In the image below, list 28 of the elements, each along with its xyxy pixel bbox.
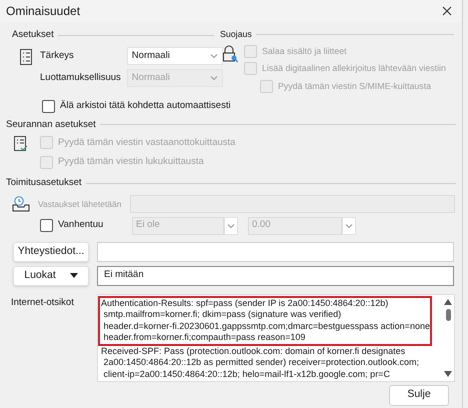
header-line: 2a00:1450:4864:20::12b as permitted sender) receiver=protection.outlook.com; xyxy=(102,357,420,370)
categories-button[interactable]: Luokat xyxy=(13,266,89,286)
header-line: Authentication-Results: spf=pass (sender IP is 2a00:1450:4864:20::12b) xyxy=(101,298,390,310)
checkbox-label: Vanhentuu xyxy=(58,218,104,232)
checkbox-label: Pyydä tämän viestin vastaanottokuittausta xyxy=(58,136,236,150)
section-heading: Seurannan asetukset xyxy=(6,118,96,132)
section-heading: Toimitusasetukset xyxy=(6,176,82,190)
close-button[interactable]: Sulje xyxy=(389,384,449,406)
field-label: Vastaukset lähetetään xyxy=(38,198,122,210)
window-title: Ominaisuudet xyxy=(6,3,80,20)
field-label: Internet-otsikot xyxy=(11,296,75,310)
contacts-button[interactable]: Yhteystiedot... xyxy=(13,242,89,262)
section-heading: Suojaus xyxy=(220,28,252,41)
section-heading: Asetukset xyxy=(12,28,54,42)
header-line: header.from=korner.fi;compauth=pass reason=109 xyxy=(102,332,306,344)
header-line: Received-SPF: Pass (protection.outlook.com: domain of korner.fi designates xyxy=(101,346,406,358)
field-label: Tärkeys xyxy=(40,49,75,64)
checkbox-label: Salaa sisältö ja liitteet xyxy=(262,45,347,58)
field-label: Luottamuksellisuus xyxy=(40,71,121,86)
checkbox-label: Lisää digitaalinen allekirjoitus lähtevään viestiin xyxy=(262,62,446,76)
header-line: smtp.mailfrom=korner.fi; dkim=pass (signature was verified) xyxy=(102,309,342,321)
input-field[interactable]: Ei mitään xyxy=(97,266,454,286)
header-line: header.d=korner-fi.20230601.gappssmtp.com;dmarc=bestguesspass action=none xyxy=(102,320,430,332)
checkbox-label: Pyydä tämän viestin S/MIME-kuittausta xyxy=(278,80,432,93)
dropdown[interactable]: Normaali xyxy=(126,47,223,66)
header-line: client-ip=2a00:1450:4864:20::12b; helo=mail-lf1-x12b.google.com; pr=C xyxy=(102,369,391,380)
checkbox-label: Pyydä tämän viestin lukukuittausta xyxy=(58,155,204,169)
checkbox-label: Älä arkistoi tätä kohdetta automaattisesti xyxy=(60,99,231,114)
